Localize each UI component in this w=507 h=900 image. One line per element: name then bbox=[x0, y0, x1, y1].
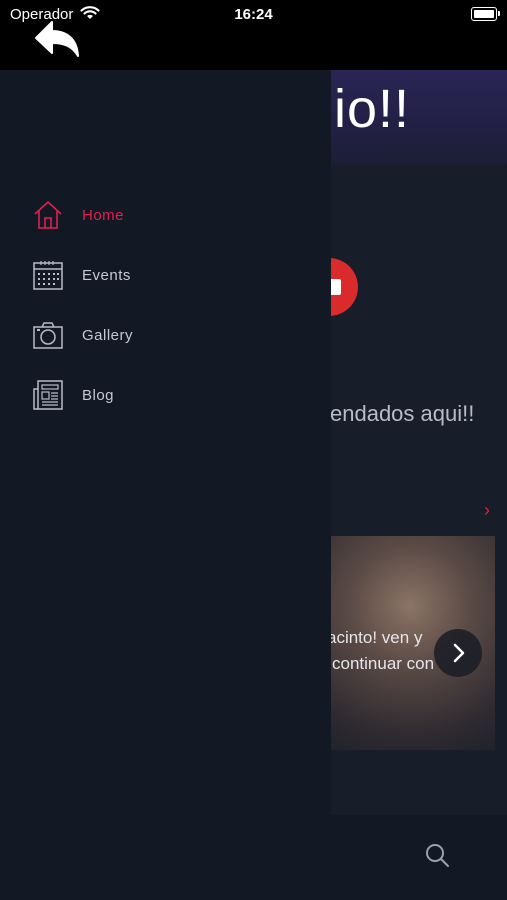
battery-icon bbox=[471, 7, 500, 21]
drawer-item-events[interactable]: Events bbox=[32, 258, 292, 292]
drawer-item-label: Gallery bbox=[82, 326, 134, 344]
chevron-right-icon[interactable]: › bbox=[484, 500, 490, 521]
drawer-item-label: Events bbox=[82, 266, 131, 284]
drawer-item-blog[interactable]: Blog bbox=[32, 378, 292, 412]
hero-title: io!! bbox=[334, 79, 411, 139]
drawer-item-home[interactable]: Home bbox=[32, 198, 292, 232]
drawer-item-label: Blog bbox=[82, 386, 115, 404]
home-icon bbox=[32, 199, 64, 231]
card-next-button[interactable] bbox=[434, 629, 482, 677]
side-drawer: Home Events Gallery Blog bbox=[0, 70, 331, 900]
status-bar: Operador 16:24 bbox=[0, 0, 507, 70]
recommended-heading: endados aqui!! bbox=[330, 401, 475, 426]
card-text-line2: continuar con bbox=[332, 654, 435, 673]
chevron-right-icon bbox=[453, 643, 465, 663]
card-text-line1: acinto! ven y bbox=[327, 628, 423, 647]
newspaper-icon bbox=[32, 379, 64, 411]
back-arrow-icon[interactable] bbox=[32, 20, 82, 60]
drawer-item-label: Home bbox=[82, 206, 125, 224]
calendar-icon bbox=[32, 259, 64, 291]
camera-icon bbox=[32, 319, 64, 351]
drawer-item-gallery[interactable]: Gallery bbox=[32, 318, 292, 352]
search-icon[interactable] bbox=[424, 842, 450, 868]
